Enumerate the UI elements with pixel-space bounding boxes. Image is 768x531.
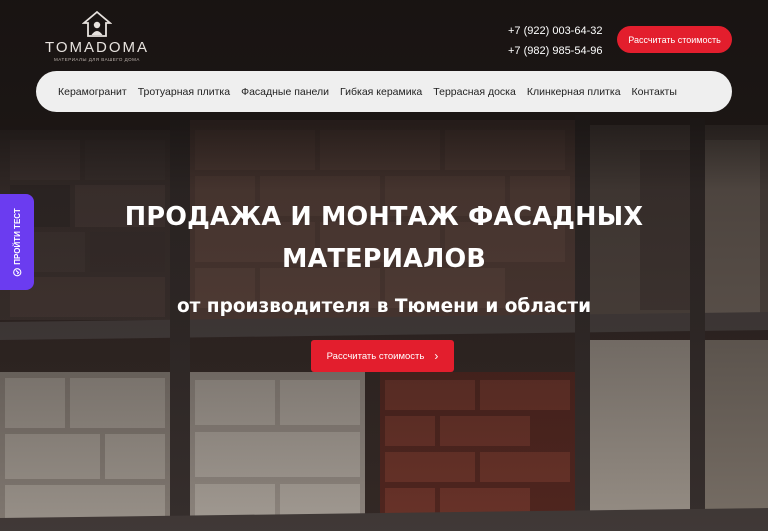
hero-calc-label: Рассчитать стоимость: [326, 350, 425, 362]
site-logo[interactable]: TOMADOMA МАТЕРИАЛЫ ДЛЯ ВАШЕГО ДОМА: [36, 10, 158, 66]
nav-item-decking[interactable]: Террасная доска: [433, 86, 516, 98]
nav-item-facade-panels[interactable]: Фасадные панели: [241, 86, 329, 98]
header-calc-button[interactable]: Рассчитать стоимость: [617, 26, 732, 53]
hero-title-line-2: МАТЕРИАЛОВ: [282, 244, 486, 274]
logo-wordmark: TOMADOMA: [44, 39, 150, 56]
hero-title-line-1: ПРОДАЖА И МОНТАЖ ФАСАДНЫХ: [124, 202, 644, 232]
phone-list: +7 (922) 003-64-32 +7 (982) 985-54-96: [508, 21, 602, 61]
house-icon: [82, 10, 112, 37]
nav-item-contacts[interactable]: Контакты: [632, 86, 677, 98]
nav-item-flexible-ceramics[interactable]: Гибкая керамика: [340, 86, 422, 98]
phone-link-2[interactable]: +7 (982) 985-54-96: [508, 41, 602, 61]
main-nav: Керамогранит Тротуарная плитка Фасадные …: [36, 71, 732, 112]
phone-link-1[interactable]: +7 (922) 003-64-32: [508, 21, 602, 41]
logo-tagline: МАТЕРИАЛЫ ДЛЯ ВАШЕГО ДОМА: [54, 57, 140, 62]
hero-subtitle: от производителя в Тюмени и области: [176, 296, 592, 317]
hero-calc-button[interactable]: Рассчитать стоимость ›: [311, 340, 454, 372]
chevron-right-icon: ›: [434, 349, 439, 363]
nav-item-paving[interactable]: Тротуарная плитка: [138, 86, 230, 98]
nav-item-clinker[interactable]: Клинкерная плитка: [527, 86, 621, 98]
hero-title: ПРОДАЖА И МОНТАЖ ФАСАДНЫХ МАТЕРИАЛОВ: [0, 196, 768, 280]
nav-item-porcelain[interactable]: Керамогранит: [58, 86, 127, 98]
